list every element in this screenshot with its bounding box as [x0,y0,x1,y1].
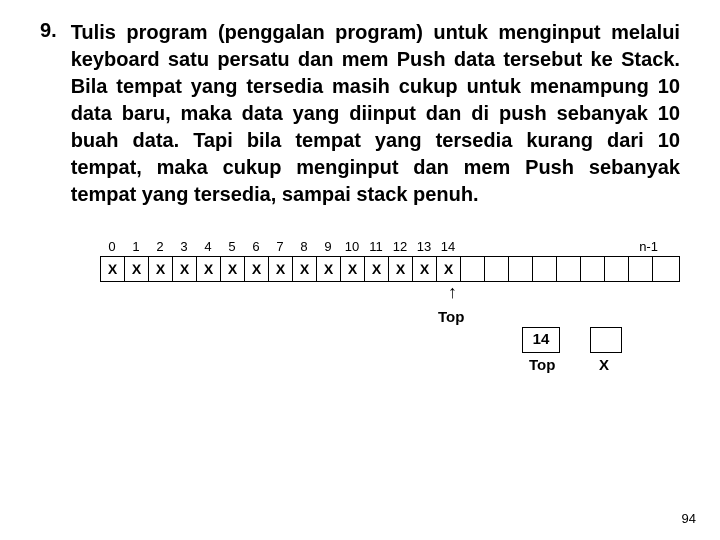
index-label: 6 [244,239,268,254]
top-pointer-label: Top [438,309,464,326]
index-label: 1 [124,239,148,254]
stack-cell: X [245,257,269,281]
stack-cell [653,257,676,281]
x-value-box [590,327,622,353]
index-label: 9 [316,239,340,254]
stack-cell [485,257,509,281]
index-label: 10 [340,239,364,254]
stack-cell: X [293,257,317,281]
stack-cell: X [437,257,461,281]
index-label: 3 [172,239,196,254]
stack-cell: X [125,257,149,281]
question-text: Tulis program (penggalan program) untuk … [71,20,680,209]
stack-cell: X [269,257,293,281]
page-number: 94 [682,511,696,526]
index-label: 14 [436,239,460,254]
stack-cell [557,257,581,281]
index-label: 8 [292,239,316,254]
stack-diagram: 0 1 2 3 4 5 6 7 8 9 10 11 12 13 14 n-1 X… [100,239,680,282]
stack-cell: X [173,257,197,281]
index-label: 11 [364,239,388,254]
stack-cell: X [317,257,341,281]
top-box-label: Top [529,357,555,374]
stack-cell: X [149,257,173,281]
stack-cell [509,257,533,281]
stack-cell [605,257,629,281]
up-arrow-icon: ↑ [448,283,457,301]
stack-cell: X [389,257,413,281]
stack-cell: X [101,257,125,281]
question-block: 9. Tulis program (penggalan program) unt… [40,20,680,209]
x-box-label: X [599,357,609,374]
stack-cell: X [197,257,221,281]
index-row: 0 1 2 3 4 5 6 7 8 9 10 11 12 13 14 n-1 [100,239,680,254]
stack-cell [629,257,653,281]
stack-cell: X [365,257,389,281]
index-label: 13 [412,239,436,254]
index-label: 12 [388,239,412,254]
top-value-box: 14 [522,327,560,353]
index-label: 2 [148,239,172,254]
index-label: 0 [100,239,124,254]
stack-cell [581,257,605,281]
stack-array: X X X X X X X X X X X X X X X [100,256,680,282]
stack-cell: X [221,257,245,281]
index-label: 5 [220,239,244,254]
stack-cell: X [341,257,365,281]
stack-cell: X [413,257,437,281]
index-label: 4 [196,239,220,254]
index-label: 7 [268,239,292,254]
stack-cell [461,257,485,281]
stack-cell [533,257,557,281]
question-number: 9. [40,20,57,43]
n-minus-1-label: n-1 [639,239,658,254]
